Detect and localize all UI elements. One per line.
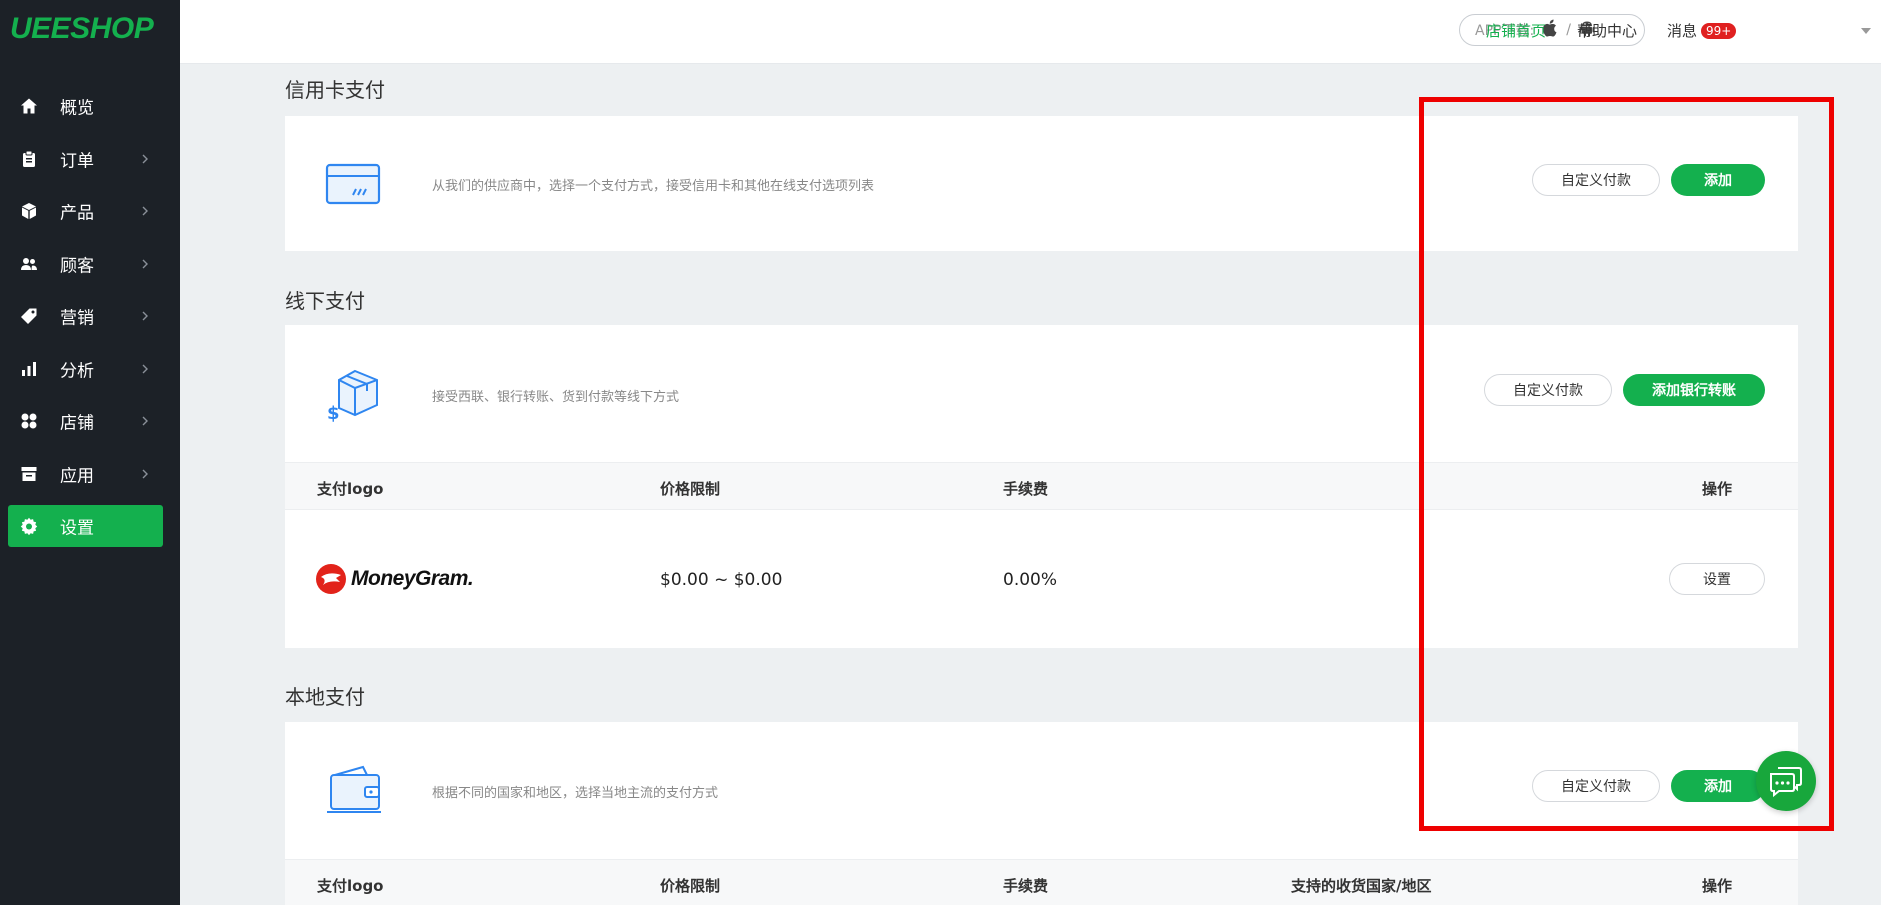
chevron-right-icon xyxy=(142,364,148,374)
moneygram-logo: MoneyGram. xyxy=(315,563,474,595)
chevron-right-icon xyxy=(142,311,148,321)
settings-button[interactable]: 设置 xyxy=(1669,563,1765,595)
col-header-countries: 支持的收货国家/地区 xyxy=(1291,877,1432,895)
add-credit-card-button[interactable]: 添加 xyxy=(1671,164,1765,196)
messages-badge: 99+ xyxy=(1701,23,1737,39)
box-icon xyxy=(20,202,38,220)
custom-payment-button[interactable]: 自定义付款 xyxy=(1532,164,1660,196)
offline-payment-card: $ 接受西联、银行转账、货到付款等线下方式 自定义付款 添加银行转账 支付log… xyxy=(285,325,1798,648)
messages-link[interactable]: 消息 99+ xyxy=(1667,20,1737,41)
sidebar-item-overview[interactable]: 概览 xyxy=(0,80,180,133)
add-bank-transfer-button[interactable]: 添加银行转账 xyxy=(1623,374,1765,406)
messages-label: 消息 xyxy=(1667,22,1698,40)
col-header-price-limit: 价格限制 xyxy=(660,480,721,498)
chat-support-button[interactable] xyxy=(1756,751,1816,811)
sidebar-item-analytics[interactable]: 分析 xyxy=(0,343,180,396)
sidebar-item-label: 营销 xyxy=(60,308,94,329)
sidebar-item-label: 店铺 xyxy=(60,413,94,434)
store-home-link[interactable]: 店铺首页 xyxy=(1486,20,1546,41)
sidebar-item-label: 订单 xyxy=(60,151,94,172)
chevron-right-icon xyxy=(142,206,148,216)
sidebar-item-label: 设置 xyxy=(60,518,94,539)
brand-logo[interactable]: UEESHOP xyxy=(10,12,154,46)
moneygram-globe-icon xyxy=(316,564,346,594)
home-icon xyxy=(20,97,38,115)
moneygram-logo-text: MoneyGram. xyxy=(351,567,474,590)
sidebar-item-marketing[interactable]: 营销 xyxy=(0,290,180,343)
sidebar-item-store[interactable]: 店铺 xyxy=(0,395,180,448)
credit-card-payment-card: 从我们的供应商中，选择一个支付方式，接受信用卡和其他在线支付选项列表 自定义付款… xyxy=(285,116,1798,251)
col-header-price-limit: 价格限制 xyxy=(660,877,721,895)
sidebar-nav: 概览 订单 产品 顾客 营销 分析 店铺 应用 设置 xyxy=(0,80,180,553)
users-icon xyxy=(20,255,38,273)
help-center-link[interactable]: 帮助中心 xyxy=(1577,20,1637,41)
offline-description: 接受西联、银行转账、货到付款等线下方式 xyxy=(432,390,680,405)
store-icon xyxy=(20,465,38,483)
sidebar-item-label: 分析 xyxy=(60,361,94,382)
wallet-icon xyxy=(325,765,383,819)
svg-text:$: $ xyxy=(327,403,340,423)
section-title-credit-card: 信用卡支付 xyxy=(285,78,385,102)
grid-icon xyxy=(20,412,38,430)
local-table-header: 支付logo 价格限制 手续费 支持的收货国家/地区 操作 xyxy=(285,859,1798,905)
custom-payment-button[interactable]: 自定义付款 xyxy=(1484,374,1612,406)
chevron-right-icon xyxy=(142,416,148,426)
offline-table-header: 支付logo 价格限制 手续费 操作 xyxy=(285,462,1798,510)
col-header-logo: 支付logo xyxy=(317,480,384,498)
chevron-right-icon xyxy=(142,259,148,269)
sidebar-item-label: 概览 xyxy=(60,98,94,119)
sidebar: UEESHOP 概览 订单 产品 顾客 营销 分析 店铺 应用 设置 xyxy=(0,0,180,905)
chevron-right-icon xyxy=(142,154,148,164)
sidebar-item-label: 顾客 xyxy=(60,256,94,277)
col-header-fee: 手续费 xyxy=(1003,480,1049,498)
section-title-offline: 线下支付 xyxy=(285,289,365,313)
sidebar-item-customers[interactable]: 顾客 xyxy=(0,238,180,291)
sidebar-item-label: 产品 xyxy=(60,203,94,224)
section-title-local: 本地支付 xyxy=(285,685,365,709)
chat-bubble-icon xyxy=(1770,767,1802,798)
clipboard-icon xyxy=(20,150,38,168)
top-bar: APP下载: / 店铺首页 帮助中心 消息 99+ xyxy=(180,0,1881,64)
credit-card-description: 从我们的供应商中，选择一个支付方式，接受信用卡和其他在线支付选项列表 xyxy=(432,179,875,194)
user-menu-caret-icon[interactable] xyxy=(1861,28,1871,34)
col-header-fee: 手续费 xyxy=(1003,877,1049,895)
local-description: 根据不同的国家和地区，选择当地主流的支付方式 xyxy=(432,786,719,801)
col-header-action: 操作 xyxy=(1702,480,1733,498)
sidebar-item-orders[interactable]: 订单 xyxy=(0,133,180,186)
local-payment-card: 根据不同的国家和地区，选择当地主流的支付方式 自定义付款 添加 支付logo 价… xyxy=(285,722,1798,905)
custom-payment-button[interactable]: 自定义付款 xyxy=(1532,770,1660,802)
app-separator: / xyxy=(1566,22,1571,38)
chevron-right-icon xyxy=(142,469,148,479)
add-local-payment-button[interactable]: 添加 xyxy=(1671,770,1765,802)
sidebar-item-label: 应用 xyxy=(60,466,94,487)
bar-chart-icon xyxy=(20,360,38,378)
col-header-action: 操作 xyxy=(1702,877,1733,895)
package-dollar-icon: $ xyxy=(325,367,381,427)
price-limit-value: $0.00 ~ $0.00 xyxy=(660,570,783,590)
sidebar-item-apps[interactable]: 应用 xyxy=(0,448,180,501)
fee-value: 0.00% xyxy=(1003,570,1058,590)
sidebar-item-settings[interactable]: 设置 xyxy=(0,500,180,553)
tag-icon xyxy=(20,307,38,325)
col-header-logo: 支付logo xyxy=(317,877,384,895)
sidebar-item-products[interactable]: 产品 xyxy=(0,185,180,238)
credit-card-icon xyxy=(325,163,381,209)
gear-icon xyxy=(20,517,38,536)
